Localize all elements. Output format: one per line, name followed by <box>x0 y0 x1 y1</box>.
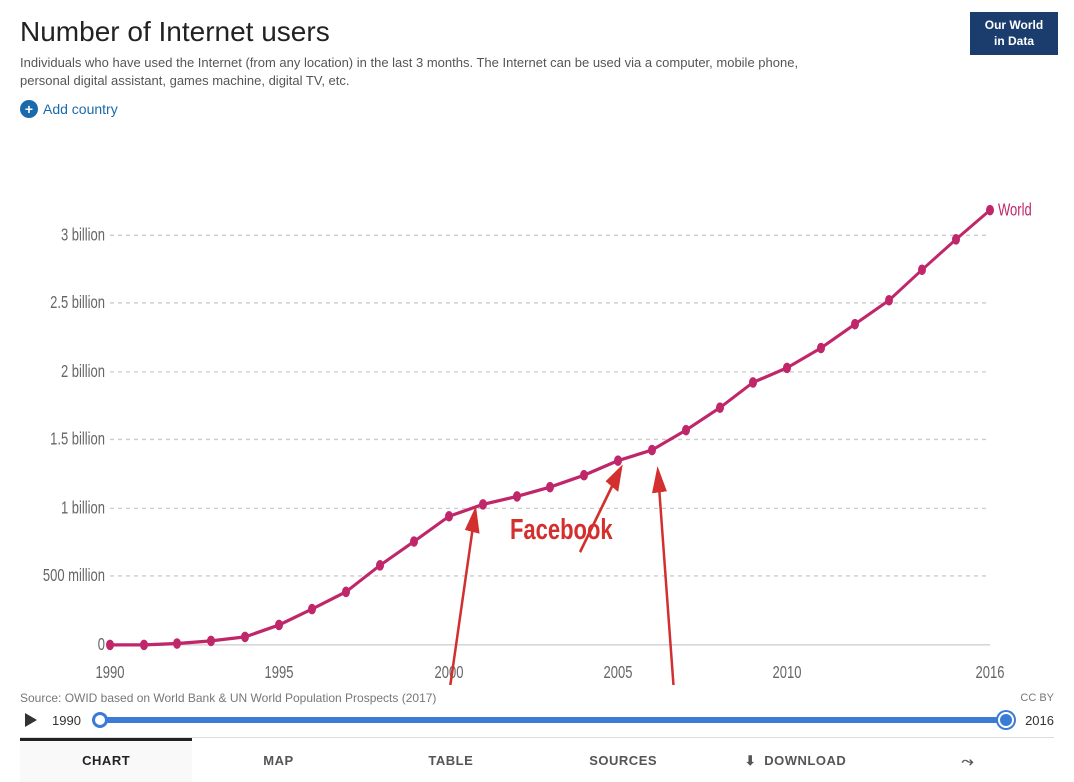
svg-text:2016: 2016 <box>976 664 1005 683</box>
add-country-label: Add country <box>43 101 118 117</box>
svg-text:0: 0 <box>98 636 105 655</box>
svg-text:1990: 1990 <box>96 664 125 683</box>
tab-share[interactable]: ⤳ <box>882 738 1054 782</box>
slider-left-thumb[interactable] <box>92 712 108 728</box>
page-title: Number of Internet users <box>20 16 1054 48</box>
svg-text:500 million: 500 million <box>43 567 105 586</box>
header: Number of Internet users Individuals who… <box>0 0 1074 90</box>
data-point <box>308 604 316 615</box>
tab-sources[interactable]: SOURCES <box>537 738 709 782</box>
svg-text:3 billion: 3 billion <box>61 226 105 245</box>
data-point <box>986 205 994 216</box>
end-year-label: 2016 <box>1022 713 1054 728</box>
data-point <box>445 511 453 522</box>
twitter-arrow <box>658 473 680 685</box>
bottom-controls: Source: OWID based on World Bank & UN Wo… <box>0 685 1074 782</box>
data-point <box>207 636 215 647</box>
data-point <box>851 319 859 330</box>
subtitle: Individuals who have used the Internet (… <box>20 54 840 90</box>
internet-users-line <box>110 211 990 646</box>
slider-track <box>94 717 1012 723</box>
data-point <box>173 639 181 650</box>
data-point <box>513 492 521 503</box>
world-label: World <box>998 201 1032 220</box>
tab-download[interactable]: ⬇ DOWNLOAD <box>709 738 881 782</box>
data-point <box>952 234 960 245</box>
myspace-arrow <box>440 513 475 685</box>
data-point <box>241 632 249 643</box>
tab-sources-label: SOURCES <box>589 753 657 768</box>
main-container: Number of Internet users Individuals who… <box>0 0 1074 782</box>
source-row: Source: OWID based on World Bank & UN Wo… <box>20 691 1054 705</box>
cc-by-label: CC BY <box>1020 692 1054 704</box>
data-point <box>885 295 893 306</box>
slider-right-thumb[interactable] <box>998 712 1014 728</box>
data-point <box>479 499 487 510</box>
add-country-button[interactable]: + Add country <box>20 100 118 118</box>
data-point <box>614 456 622 467</box>
data-point <box>749 378 757 389</box>
data-point <box>918 265 926 276</box>
data-point <box>275 620 283 631</box>
play-icon <box>25 713 37 727</box>
source-text: Source: OWID based on World Bank & UN Wo… <box>20 691 436 705</box>
owid-logo: Our World in Data <box>970 12 1058 55</box>
timeline-slider[interactable] <box>94 710 1012 730</box>
data-point <box>546 482 554 493</box>
timeline-row: 1990 2016 <box>20 709 1054 731</box>
data-point <box>106 640 114 651</box>
plus-icon: + <box>20 100 38 118</box>
data-point <box>682 425 690 436</box>
data-point <box>140 640 148 651</box>
svg-text:2 billion: 2 billion <box>61 363 105 382</box>
data-point <box>580 470 588 481</box>
tab-table-label: TABLE <box>428 753 473 768</box>
download-icon: ⬇ <box>745 753 756 768</box>
svg-text:2.5 billion: 2.5 billion <box>50 294 105 313</box>
tab-map[interactable]: MAP <box>192 738 364 782</box>
tab-download-label: DOWNLOAD <box>764 753 846 768</box>
svg-text:1.5 billion: 1.5 billion <box>50 430 105 449</box>
data-point <box>342 587 350 598</box>
play-button[interactable] <box>20 709 42 731</box>
data-point <box>410 537 418 548</box>
data-point <box>648 445 656 456</box>
svg-text:1 billion: 1 billion <box>61 499 105 518</box>
svg-text:2005: 2005 <box>604 664 633 683</box>
tab-row: CHART MAP TABLE SOURCES ⬇ DOWNLOAD ⤳ <box>20 737 1054 782</box>
start-year-label: 1990 <box>52 713 84 728</box>
chart-area: 0 500 million 1 billion 1.5 billion 2 bi… <box>20 128 1054 685</box>
svg-text:1995: 1995 <box>265 664 294 683</box>
data-point <box>376 560 384 571</box>
svg-text:2010: 2010 <box>773 664 802 683</box>
svg-text:2000: 2000 <box>435 664 464 683</box>
share-icon: ⤳ <box>962 753 975 770</box>
data-point <box>783 363 791 374</box>
data-point <box>817 343 825 354</box>
tab-table[interactable]: TABLE <box>365 738 537 782</box>
chart-svg: 0 500 million 1 billion 1.5 billion 2 bi… <box>20 128 1054 685</box>
tab-chart[interactable]: CHART <box>20 738 192 782</box>
tab-chart-label: CHART <box>82 753 130 768</box>
data-point <box>716 403 724 414</box>
tab-map-label: MAP <box>263 753 293 768</box>
